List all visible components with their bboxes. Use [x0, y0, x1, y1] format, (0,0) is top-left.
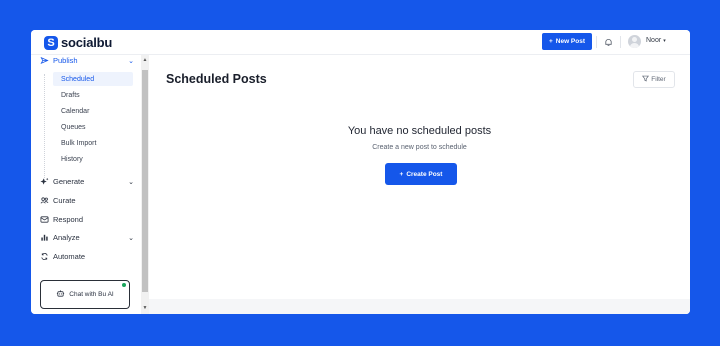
sidebar-item-label: Drafts — [61, 91, 80, 99]
bar-chart-icon — [40, 233, 49, 242]
logo[interactable]: S socialbu — [44, 35, 112, 50]
avatar[interactable] — [628, 35, 641, 48]
filter-button[interactable]: Filter — [633, 71, 675, 88]
sidebar-item-history[interactable]: History — [53, 152, 133, 166]
online-status-dot — [122, 283, 126, 287]
divider — [620, 36, 621, 48]
sidebar-item-queues[interactable]: Queues — [53, 120, 133, 134]
sidebar-item-label: Bulk Import — [61, 139, 97, 147]
sidebar-item-calendar[interactable]: Calendar — [53, 104, 133, 118]
plus-icon: + — [548, 38, 553, 45]
refresh-icon — [40, 252, 49, 261]
sidebar-item-label: Queues — [61, 123, 86, 131]
inbox-icon — [40, 215, 49, 224]
sidebar-item-respond[interactable]: Respond — [40, 215, 130, 224]
chat-with-bu-ai-button[interactable]: Chat with Bu AI — [40, 280, 130, 309]
sidebar-item-label: Curate — [53, 196, 76, 205]
subtree-line — [44, 74, 45, 182]
create-post-button[interactable]: + Create Post — [385, 163, 457, 185]
app-name: socialbu — [61, 35, 113, 50]
filter-icon — [642, 75, 650, 84]
filter-label: Filter — [651, 76, 666, 83]
user-menu[interactable]: Noor ▾ — [646, 37, 666, 44]
sidebar: Publish ⌄ Scheduled Drafts Calendar Queu… — [31, 55, 141, 314]
sidebar-item-automate[interactable]: Automate — [40, 252, 130, 261]
sidebar-item-publish[interactable]: Publish ⌄ — [40, 56, 134, 65]
sidebar-item-drafts[interactable]: Drafts — [53, 88, 133, 102]
sparkle-icon — [40, 177, 49, 186]
sidebar-item-label: Analyze — [53, 233, 80, 242]
empty-state-subtitle: Create a new post to schedule — [372, 144, 467, 151]
robot-icon — [56, 289, 65, 300]
new-post-button[interactable]: + New Post — [542, 33, 592, 50]
logo-icon: S — [44, 35, 58, 50]
sidebar-item-scheduled[interactable]: Scheduled — [53, 72, 133, 86]
create-post-label: Create Post — [406, 170, 443, 178]
sidebar-item-generate[interactable]: Generate ⌄ — [40, 177, 134, 186]
send-icon — [40, 56, 49, 65]
user-name: Noor — [646, 37, 662, 44]
scrollbar-thumb[interactable] — [142, 70, 148, 292]
sidebar-item-label: Scheduled — [61, 75, 95, 83]
curate-icon — [40, 196, 49, 205]
sidebar-scrollbar[interactable]: ▲ ▼ — [141, 55, 149, 314]
top-bar: S socialbu + New Post Noor ▾ — [31, 30, 690, 55]
sidebar-item-curate[interactable]: Curate — [40, 196, 130, 205]
app-window: S socialbu + New Post Noor ▾ Publish ⌄ S — [31, 30, 690, 314]
chat-label: Chat with Bu AI — [69, 291, 114, 298]
scroll-down-arrow-icon[interactable]: ▼ — [142, 305, 148, 311]
page-title: Scheduled Posts — [166, 72, 267, 86]
empty-state-title: You have no scheduled posts — [347, 125, 492, 137]
new-post-label: New Post — [555, 38, 586, 45]
sidebar-item-label: History — [61, 155, 83, 163]
chevron-down-icon: ⌄ — [128, 235, 134, 242]
main-content: Scheduled Posts Filter You have no sched… — [149, 55, 690, 314]
sidebar-item-label: Calendar — [61, 107, 90, 115]
chevron-down-icon: ⌄ — [128, 58, 134, 65]
sidebar-item-label: Generate — [53, 177, 85, 186]
sidebar-item-analyze[interactable]: Analyze ⌄ — [40, 233, 134, 242]
sidebar-item-bulk-import[interactable]: Bulk Import — [53, 136, 133, 150]
scroll-up-arrow-icon[interactable]: ▲ — [142, 57, 148, 63]
chevron-down-icon: ⌄ — [128, 179, 134, 186]
divider — [596, 36, 597, 48]
notification-bell-icon[interactable] — [602, 36, 614, 48]
main-footer-area — [149, 299, 690, 314]
plus-icon: + — [399, 170, 404, 178]
sidebar-item-label: Respond — [53, 215, 84, 224]
sidebar-item-label: Publish — [53, 56, 78, 65]
chevron-down-icon: ▾ — [663, 37, 666, 44]
sidebar-item-label: Automate — [53, 252, 86, 261]
